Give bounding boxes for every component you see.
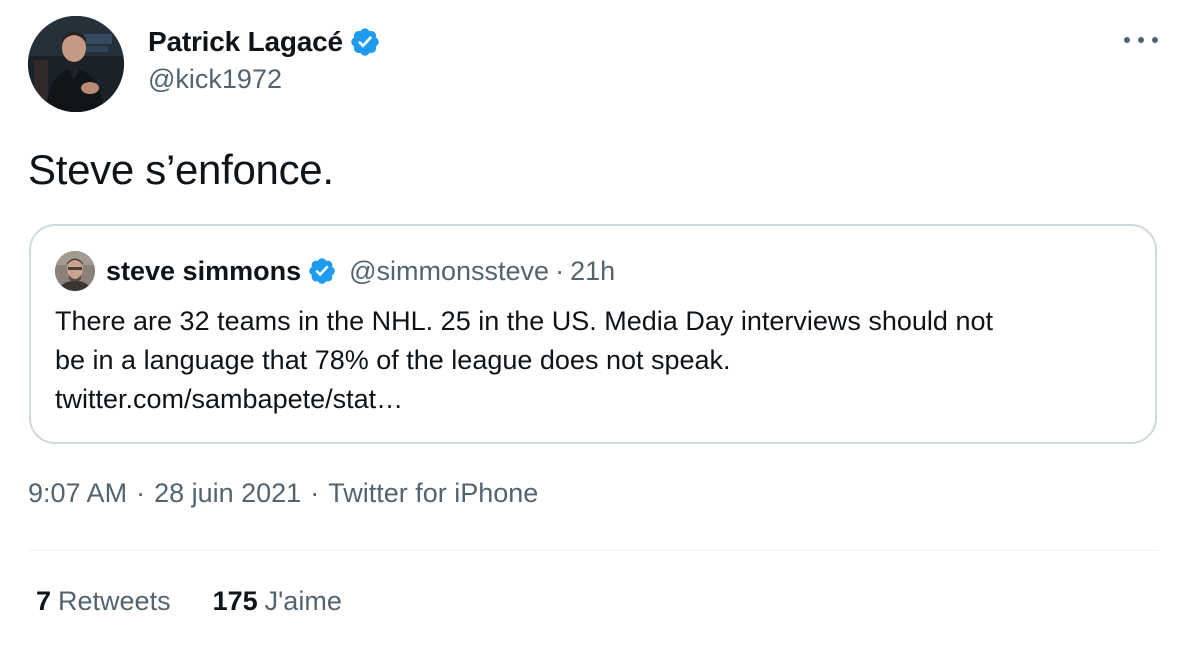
tweet-time[interactable]: 9:07 AM xyxy=(28,478,127,509)
likes-label: J'aime xyxy=(264,586,342,616)
tweet-source[interactable]: Twitter for iPhone xyxy=(328,478,538,509)
more-horizontal-icon-dot xyxy=(1138,37,1144,43)
quoted-timestamp: 21h xyxy=(570,255,616,286)
quoted-tweet-card[interactable]: steve simmons @simmonssteve · 21h There … xyxy=(29,224,1157,444)
likes-count: 175 xyxy=(212,586,258,616)
quoted-author-avatar xyxy=(55,251,95,291)
quoted-text-line: There are 32 teams in the NHL. 25 in the… xyxy=(55,306,993,336)
author-name-row: Patrick Lagacé xyxy=(148,22,381,62)
tweet-date[interactable]: 28 juin 2021 xyxy=(154,478,301,509)
author-avatar-image xyxy=(28,16,124,112)
author-info: Patrick Lagacé @kick1972 xyxy=(148,22,381,95)
quoted-separator: · xyxy=(555,255,565,286)
quoted-tweet-text: There are 32 teams in the NHL. 25 in the… xyxy=(55,302,1135,419)
more-horizontal-icon xyxy=(1124,37,1130,43)
quoted-author-handle: @simmonssteve xyxy=(349,255,550,286)
author-display-name[interactable]: Patrick Lagacé xyxy=(148,26,343,58)
tweet-stats: 7 Retweets 175 J'aime xyxy=(36,586,342,617)
verified-badge-icon xyxy=(351,28,379,56)
more-horizontal-icon-dot xyxy=(1152,37,1158,43)
likes-stat[interactable]: 175 J'aime xyxy=(213,586,342,617)
author-avatar[interactable] xyxy=(28,16,124,112)
quoted-tweet-header: steve simmons @simmonssteve · 21h xyxy=(55,250,615,292)
quoted-text-link: twitter.com/sambapete/stat… xyxy=(55,384,404,414)
meta-separator: · xyxy=(136,478,146,508)
tweet-metadata: 9:07 AM · 28 juin 2021 · Twitter for iPh… xyxy=(28,478,538,509)
quoted-author-display-name: steve simmons xyxy=(106,255,302,286)
retweets-label: Retweets xyxy=(58,586,171,616)
quoted-verified-badge-icon xyxy=(309,258,335,284)
quoted-author-avatar-image xyxy=(55,251,95,291)
author-handle[interactable]: @kick1972 xyxy=(148,64,381,95)
retweets-count: 7 xyxy=(36,586,52,616)
retweets-stat[interactable]: 7 Retweets xyxy=(36,586,171,617)
meta-separator: · xyxy=(310,478,320,508)
tweet-text: Steve s’enfonce. xyxy=(28,146,334,193)
quoted-text-line: be in a language that 78% of the league … xyxy=(55,345,731,375)
tweet: Patrick Lagacé @kick1972 Steve s’enfonce… xyxy=(0,0,1198,648)
divider xyxy=(28,550,1159,551)
more-options-button[interactable] xyxy=(1124,28,1158,52)
